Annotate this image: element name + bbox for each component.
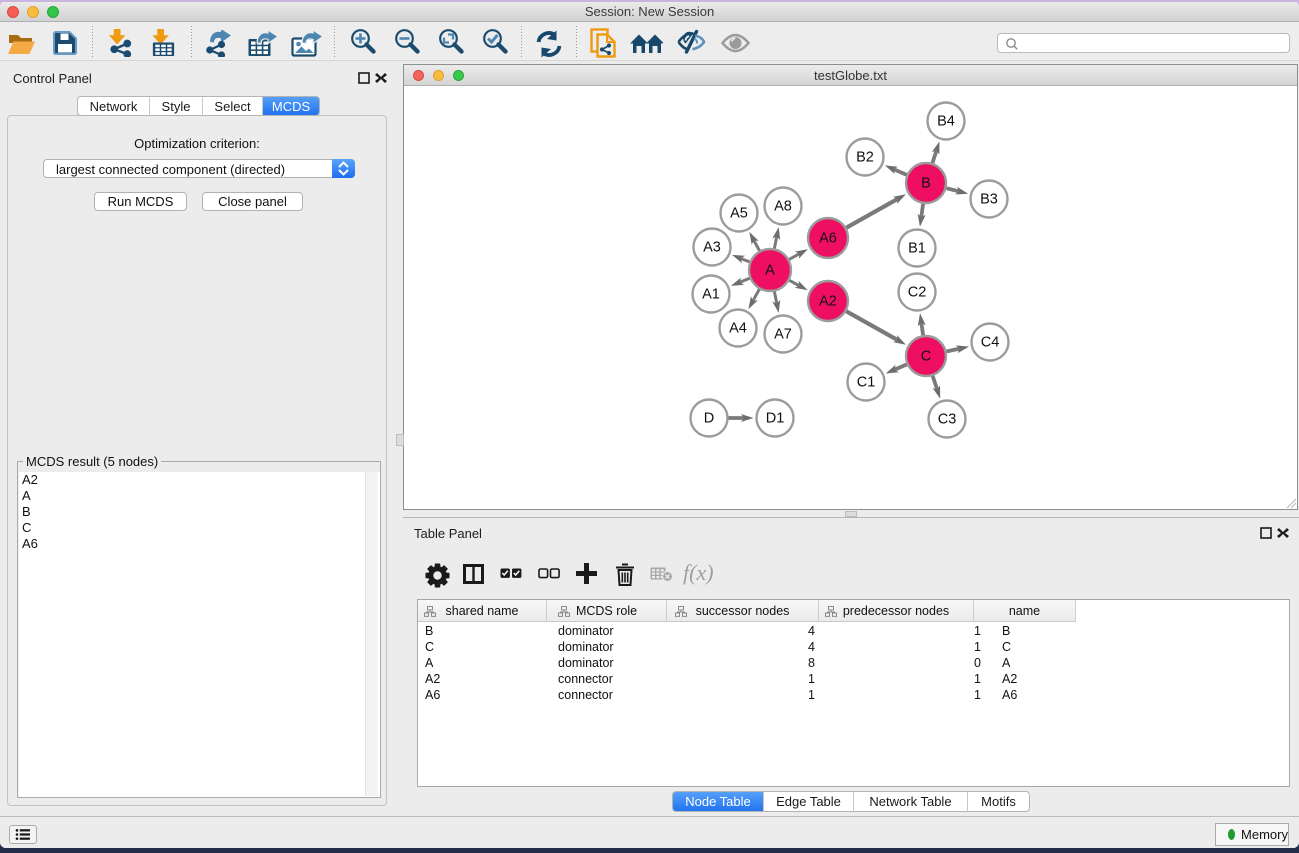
svg-text:C3: C3 <box>938 412 957 428</box>
svg-text:A: A <box>765 263 775 279</box>
svg-text:C1: C1 <box>857 375 876 391</box>
svg-text:C2: C2 <box>908 285 927 301</box>
svg-text:A5: A5 <box>730 206 748 222</box>
svg-text:A7: A7 <box>774 327 792 343</box>
svg-text:B4: B4 <box>937 114 955 130</box>
svg-text:A1: A1 <box>702 287 720 303</box>
svg-text:A2: A2 <box>819 294 837 310</box>
svg-text:B1: B1 <box>908 241 926 257</box>
svg-text:B2: B2 <box>856 150 874 166</box>
svg-text:A6: A6 <box>819 231 837 247</box>
svg-text:A3: A3 <box>703 240 721 256</box>
svg-text:C: C <box>921 349 931 365</box>
svg-text:B3: B3 <box>980 192 998 208</box>
svg-text:C4: C4 <box>981 335 1000 351</box>
svg-text:D1: D1 <box>766 411 785 427</box>
svg-text:B: B <box>921 176 931 192</box>
svg-text:A4: A4 <box>729 321 747 337</box>
svg-text:D: D <box>704 411 714 427</box>
svg-text:A8: A8 <box>774 199 792 215</box>
